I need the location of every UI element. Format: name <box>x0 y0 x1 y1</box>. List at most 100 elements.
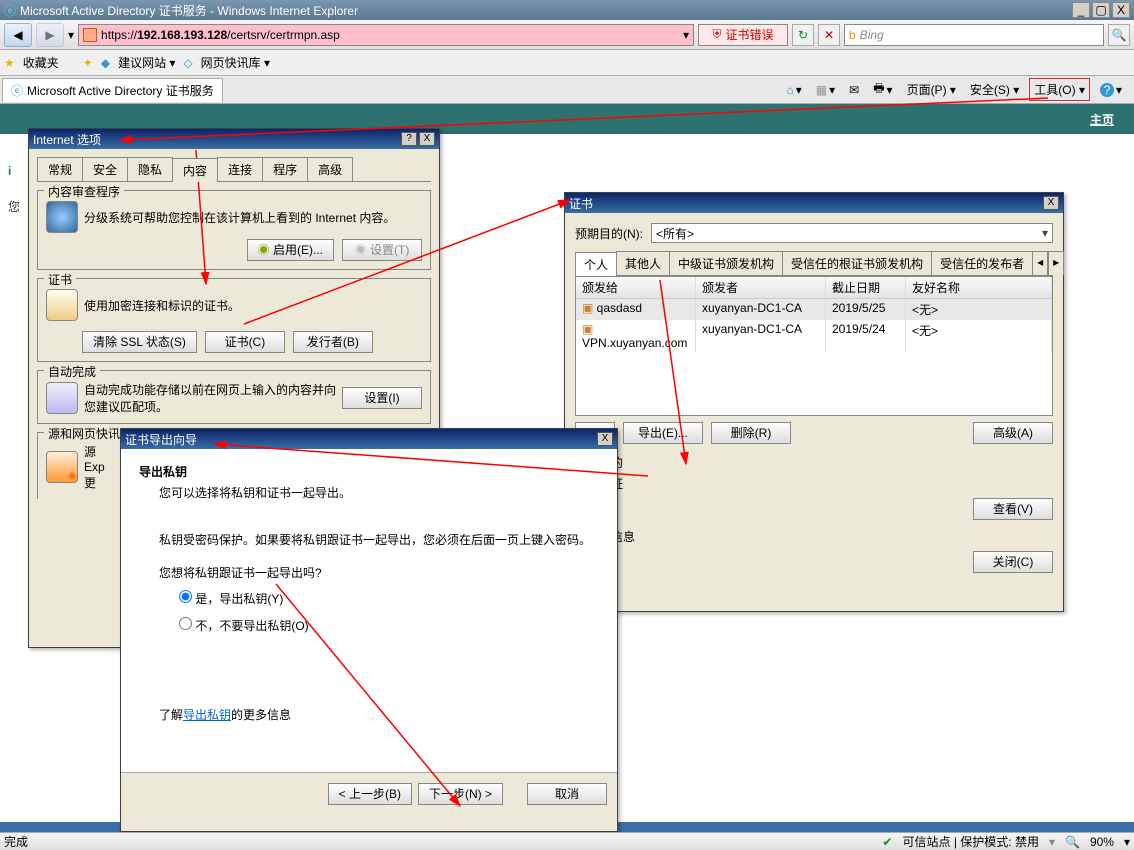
stop-button[interactable]: ✕ <box>818 24 840 46</box>
help-button[interactable]: ? <box>401 132 417 146</box>
mail-menu[interactable]: ✉ <box>845 81 863 99</box>
dropdown-icon: ▾ <box>1042 226 1048 240</box>
view-button[interactable]: 查看(V) <box>973 498 1053 520</box>
cancel-button[interactable]: 取消 <box>527 783 607 805</box>
next-button[interactable]: 下一步(N) > <box>418 783 503 805</box>
enable-button[interactable]: ◉ 启用(E)... <box>247 239 334 261</box>
star-icon[interactable]: ★ <box>4 56 15 70</box>
shield-warn-icon: ⛨ <box>712 27 721 42</box>
export-button[interactable]: 导出(E)... <box>623 422 703 444</box>
close-button[interactable]: X <box>1043 196 1059 210</box>
tab-privacy[interactable]: 隐私 <box>127 157 173 181</box>
tab-intermediate-ca[interactable]: 中级证书颁发机构 <box>669 251 783 275</box>
shield-icon: ◉ <box>258 243 270 257</box>
minimize-button[interactable]: _ <box>1072 2 1090 18</box>
suggested-sites-link[interactable]: 建议网站 ▾ <box>118 54 175 71</box>
tab-others[interactable]: 其他人 <box>616 251 670 275</box>
col-issued-by[interactable]: 颁发者 <box>696 277 826 298</box>
col-expiry[interactable]: 截止日期 <box>826 277 906 298</box>
close-button[interactable]: X <box>597 432 613 446</box>
back-button[interactable]: ◀ <box>4 23 32 47</box>
advanced-button[interactable]: 高级(A) <box>973 422 1053 444</box>
cert-row[interactable]: qasdasd xuyanyan-DC1-CA 2019/5/25 <无> <box>576 299 1052 320</box>
forward-button[interactable]: ▶ <box>36 23 64 47</box>
radio-yes-input[interactable] <box>179 590 192 603</box>
learn-link[interactable]: 导出私钥 <box>183 708 231 722</box>
cell-to: qasdasd <box>576 299 696 320</box>
certificates-group: 证书 使用加密连接和标识的证书。 清除 SSL 状态(S) 证书(C) 发行者(… <box>37 278 431 362</box>
feeds-icon: ◈ <box>46 451 78 483</box>
tab-scroll-left[interactable]: ◂ <box>1032 251 1048 275</box>
dropdown-icon[interactable]: ▾ <box>683 28 689 42</box>
maximize-button[interactable]: ▢ <box>1092 2 1110 18</box>
cell-fn: <无> <box>906 320 1052 352</box>
remove-button[interactable]: 删除(R) <box>711 422 791 444</box>
cert-row[interactable]: VPN.xuyanyan.com xuyanyan-DC1-CA 2019/5/… <box>576 320 1052 352</box>
page-text-2: 您 <box>8 198 20 215</box>
url-scheme: https:// <box>101 28 137 42</box>
purpose-select[interactable]: <所有> ▾ <box>651 223 1053 243</box>
wizard-para1: 私钥受密码保护。如果要将私钥跟证书一起导出，您必须在后面一页上键入密码。 <box>159 531 599 550</box>
search-button[interactable]: 🔍 <box>1108 24 1130 46</box>
cert-error-badge[interactable]: ⛨ 证书错误 <box>698 24 788 46</box>
ac-settings-button[interactable]: 设置(I) <box>342 387 422 409</box>
certificates-button[interactable]: 证书(C) <box>205 331 285 353</box>
search-input[interactable]: b Bing <box>844 24 1104 46</box>
zoom-dropdown-icon[interactable]: ▾ <box>1049 835 1055 849</box>
tab-content[interactable]: 内容 <box>172 158 218 182</box>
cert-list: 颁发给 颁发者 截止日期 友好名称 qasdasd xuyanyan-DC1-C… <box>575 276 1053 416</box>
col-issued-to[interactable]: 颁发给 <box>576 277 696 298</box>
help-menu[interactable]: ? ▾ <box>1096 81 1126 99</box>
address-bar[interactable]: https://192.168.193.128/certsrv/certrmpn… <box>78 24 694 46</box>
dropdown-icon[interactable]: ▾ <box>68 28 74 42</box>
tab-title: Microsoft Active Directory 证书服务 <box>27 82 214 99</box>
zoom-value[interactable]: 90% <box>1090 835 1114 849</box>
print-menu[interactable]: 🖶 ▾ <box>869 77 896 102</box>
status-bar: 完成 ✔ 可信站点 | 保护模式: 禁用 ▾ 🔍 90% ▾ <box>0 832 1134 850</box>
tab-advanced[interactable]: 高级 <box>307 157 353 181</box>
zoom-icon: 🔍 <box>1065 835 1080 849</box>
refresh-icon: ↻ <box>798 28 808 42</box>
close-button[interactable]: X <box>419 132 435 146</box>
col-friendly-name[interactable]: 友好名称 <box>906 277 1052 298</box>
zoom-arrow-icon[interactable]: ▾ <box>1124 835 1130 849</box>
tab-programs[interactable]: 程序 <box>262 157 308 181</box>
tab-security[interactable]: 安全 <box>82 157 128 181</box>
tab-scroll-right[interactable]: ▸ <box>1048 251 1064 275</box>
issuers-button[interactable]: 发行者(B) <box>293 331 373 353</box>
back-button[interactable]: < 上一步(B) <box>328 783 412 805</box>
tab-personal[interactable]: 个人 <box>575 252 617 276</box>
homepage-link[interactable]: 主页 <box>1090 111 1114 128</box>
tab-trusted-root-ca[interactable]: 受信任的根证书颁发机构 <box>782 251 932 275</box>
tab-general[interactable]: 常规 <box>37 157 83 181</box>
rss-menu[interactable]: ▦ ▾ <box>812 81 839 99</box>
feed-link[interactable]: 网页快讯库 ▾ <box>201 54 270 71</box>
radio-no[interactable]: 不，不要导出私钥(O) <box>179 619 309 633</box>
page-menu[interactable]: 页面(P) ▾ <box>903 79 960 100</box>
page-tab[interactable]: ⓔ Microsoft Active Directory 证书服务 <box>2 78 223 102</box>
home-menu[interactable]: ⌂ ▾ <box>782 81 805 99</box>
tools-menu[interactable]: 工具(O) ▾ <box>1029 78 1090 101</box>
tab-connections[interactable]: 连接 <box>217 157 263 181</box>
clear-ssl-button[interactable]: 清除 SSL 状态(S) <box>82 331 197 353</box>
close-button[interactable]: 关闭(C) <box>973 551 1053 573</box>
autocomplete-group: 自动完成 自动完成功能存储以前在网页上输入的内容并向您建议匹配项。 设置(I) <box>37 370 431 424</box>
search-placeholder: Bing <box>860 28 884 42</box>
feeds-label: 源和网页快讯 <box>44 425 124 442</box>
url-text: https://192.168.193.128/certsrv/certrmpn… <box>101 28 340 42</box>
certs-group-label: 证书 <box>44 271 76 288</box>
refresh-button[interactable]: ↻ <box>792 24 814 46</box>
learn-pre: 了解 <box>159 708 183 722</box>
radio-no-input[interactable] <box>179 617 192 630</box>
radio-yes[interactable]: 是，导出私钥(Y) <box>179 592 283 606</box>
tab-bar: ⓔ Microsoft Active Directory 证书服务 ⌂ ▾ ▦ … <box>0 76 1134 104</box>
home-icon: ⌂ <box>786 83 793 97</box>
favorites-label[interactable]: 收藏夹 <box>23 54 59 71</box>
io-tabs: 常规 安全 隐私 内容 连接 程序 高级 <box>37 157 431 182</box>
safety-menu[interactable]: 安全(S) ▾ <box>966 79 1023 100</box>
radio-no-label: 不，不要导出私钥(O) <box>195 619 308 633</box>
close-button[interactable]: X <box>1112 2 1130 18</box>
tab-trusted-publishers[interactable]: 受信任的发布者 <box>931 251 1033 275</box>
favorites-add-icon[interactable]: ✦ <box>83 56 93 70</box>
globe-icon <box>46 201 78 233</box>
